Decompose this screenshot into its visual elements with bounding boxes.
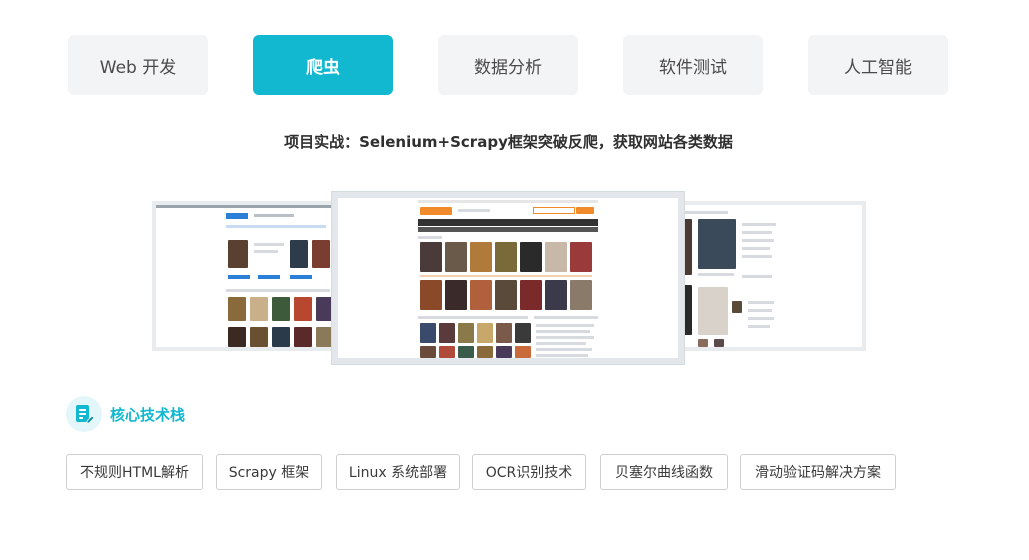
- carousel-slide-center[interactable]: [332, 192, 684, 364]
- tag-label: OCR识别技术: [485, 465, 573, 481]
- document-edit-icon: [66, 396, 102, 432]
- project-title: 项目实战：Selenium+Scrapy框架突破反爬，获取网站各类数据: [284, 133, 733, 151]
- tab-label: Web 开发: [99, 57, 177, 78]
- tab-crawler[interactable]: 爬虫: [253, 35, 393, 95]
- tab-label: 软件测试: [659, 57, 727, 78]
- tag-label: 滑动验证码解决方案: [755, 465, 881, 481]
- website-screenshot: [338, 198, 678, 358]
- website-screenshot: [156, 205, 338, 347]
- tab-ai[interactable]: 人工智能: [808, 35, 948, 95]
- tech-tag[interactable]: 贝塞尔曲线函数: [600, 454, 728, 490]
- tab-label: 爬虫: [306, 57, 340, 78]
- website-screenshot: [676, 205, 862, 347]
- tech-tag[interactable]: 滑动验证码解决方案: [740, 454, 896, 490]
- tech-tag[interactable]: Scrapy 框架: [216, 454, 322, 490]
- tech-tag[interactable]: 不规则HTML解析: [66, 454, 203, 490]
- tab-web-dev[interactable]: Web 开发: [68, 35, 208, 95]
- category-tabs: Web 开发 爬虫 数据分析 软件测试 人工智能: [68, 35, 948, 95]
- tab-label: 数据分析: [474, 57, 542, 78]
- tag-label: 不规则HTML解析: [80, 465, 189, 481]
- tab-data-analysis[interactable]: 数据分析: [438, 35, 578, 95]
- carousel-slide-right[interactable]: [672, 201, 866, 351]
- tech-tag[interactable]: OCR识别技术: [472, 454, 586, 490]
- core-stack-title: 核心技术栈: [110, 405, 186, 424]
- tab-software-testing[interactable]: 软件测试: [623, 35, 763, 95]
- tag-label: 贝塞尔曲线函数: [615, 465, 713, 481]
- tech-tag[interactable]: Linux 系统部署: [336, 454, 460, 490]
- tag-label: Scrapy 框架: [228, 465, 310, 481]
- carousel-slide-left[interactable]: [152, 201, 342, 351]
- screenshot-carousel[interactable]: [152, 192, 866, 364]
- tag-label: Linux 系统部署: [348, 465, 448, 481]
- core-stack-header: 核心技术栈: [66, 396, 185, 432]
- tab-label: 人工智能: [844, 57, 912, 78]
